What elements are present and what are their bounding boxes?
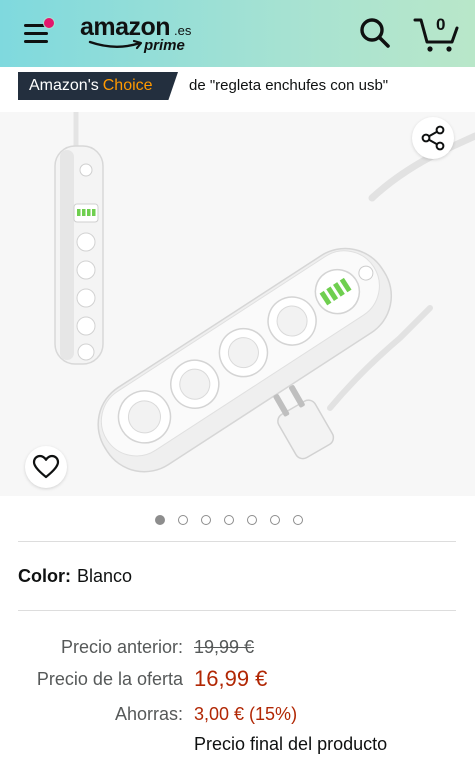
badge-accent-text: Choice [102, 77, 153, 94]
menu-icon-bar [24, 40, 48, 43]
amazons-choice-badge: Amazon's Choice [18, 72, 178, 100]
pagination-dot[interactable] [201, 515, 211, 525]
deal-price-row: Precio de la oferta 16,99 € [0, 666, 475, 696]
choice-query: de "regleta enchufes con usb" [189, 77, 389, 94]
menu-button[interactable] [24, 17, 55, 46]
savings-label: Ahorras: [114, 704, 183, 724]
color-label: Color: [18, 566, 71, 586]
previous-price-label: Precio anterior: [60, 637, 183, 657]
pagination-dot[interactable] [178, 515, 188, 525]
deal-price-label: Precio de la oferta [36, 669, 183, 689]
search-button[interactable] [358, 16, 392, 50]
share-button[interactable] [412, 117, 454, 159]
divider [18, 541, 456, 542]
wishlist-button[interactable] [25, 446, 67, 488]
heart-icon [32, 454, 60, 479]
divider [18, 610, 456, 611]
pagination-dot[interactable] [155, 515, 165, 525]
savings-row: Ahorras: 3,00 € (15%) [0, 701, 475, 731]
savings-value: 3,00 € (15%) [194, 704, 298, 724]
menu-icon-bar [24, 32, 48, 35]
product-image [54, 112, 475, 473]
image-pagination[interactable] [155, 515, 303, 529]
previous-price-value: 19,99 € [194, 637, 255, 657]
pagination-dot[interactable] [293, 515, 303, 525]
pagination-dot[interactable] [270, 515, 280, 525]
search-icon [360, 18, 390, 48]
top-header: amazon .es prime 0 [0, 0, 475, 67]
badge-text: Amazon's [29, 77, 99, 94]
notification-dot [43, 17, 55, 29]
previous-price-row: Precio anterior: 19,99 € [0, 634, 475, 664]
product-image-gallery[interactable] [0, 112, 475, 496]
cart-count: 0 [436, 15, 446, 34]
logo-tld: .es [174, 23, 192, 38]
final-price-note: Precio final del producto [194, 734, 388, 754]
pagination-dot[interactable] [224, 515, 234, 525]
share-icon [421, 125, 445, 151]
cart-button[interactable]: 0 [412, 14, 460, 54]
smile-arrow-icon [88, 39, 143, 50]
logo-prime: prime [144, 37, 185, 54]
amazons-choice-row: Amazon's Choice de "regleta enchufes con… [0, 67, 475, 109]
amazon-logo[interactable]: amazon .es prime [80, 13, 200, 54]
deal-price-value: 16,99 € [194, 666, 268, 691]
pagination-dot[interactable] [247, 515, 257, 525]
color-selection: Color: Blanco [18, 566, 132, 587]
color-value: Blanco [77, 566, 133, 586]
